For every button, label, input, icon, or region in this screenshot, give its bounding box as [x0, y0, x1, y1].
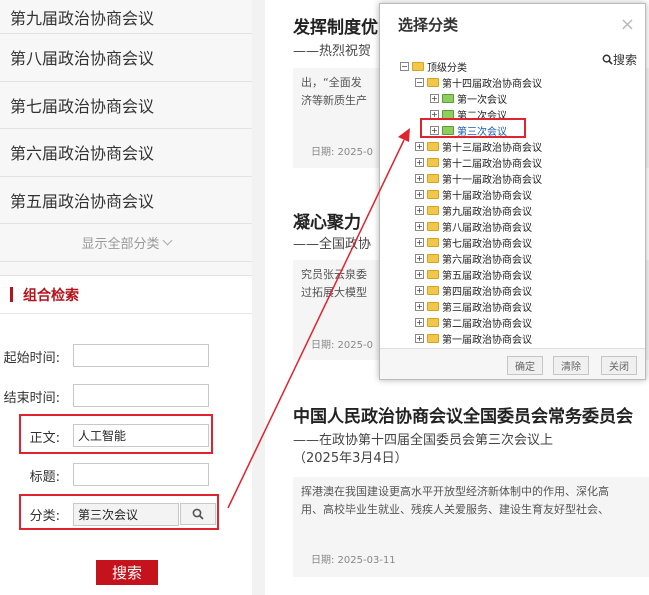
page: 第九届政治协商会议 第八届政治协商会议 第七届政治协商会议 第六届政治协商会议 …: [0, 0, 649, 595]
annotation-arrow: [227, 128, 410, 509]
